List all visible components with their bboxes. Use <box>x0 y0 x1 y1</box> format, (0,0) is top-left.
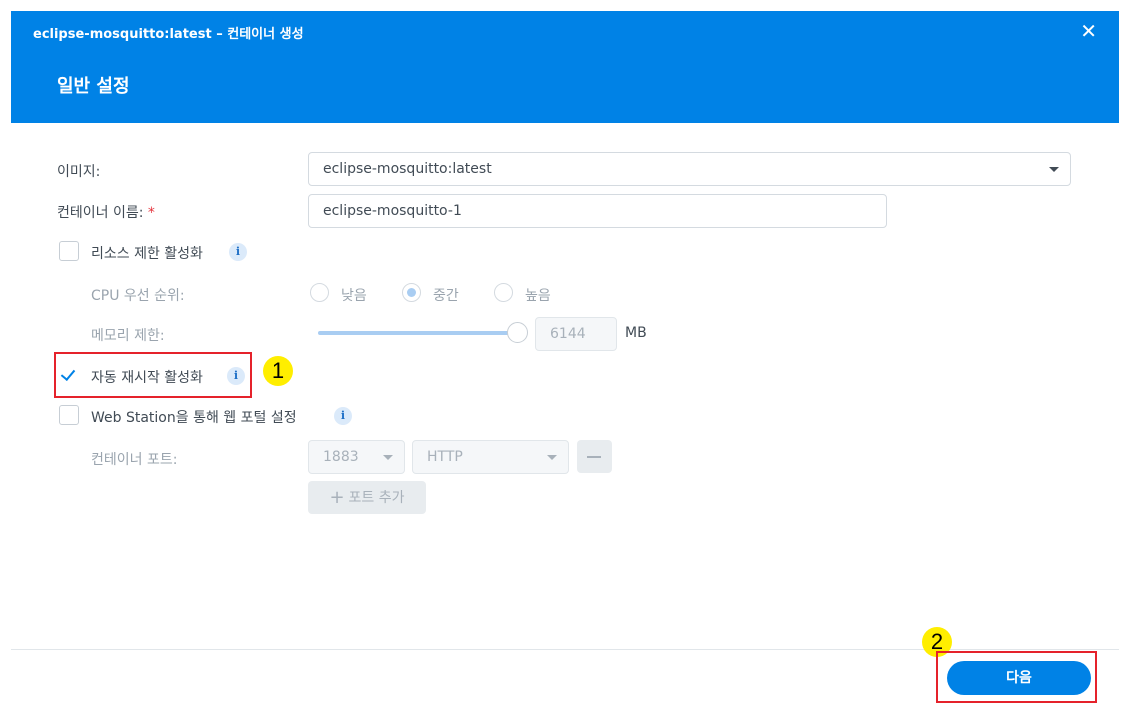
add-port-label: 포트 추가 <box>348 490 405 506</box>
close-button[interactable]: ✕ <box>1080 20 1097 42</box>
memory-limit-value: 6144 <box>550 326 586 342</box>
container-name-input[interactable]: eclipse-mosquitto-1 <box>308 194 887 228</box>
memory-unit: MB <box>625 325 647 341</box>
cpu-priority-medium-label: 중간 <box>433 288 459 304</box>
resource-limit-info-icon[interactable]: i <box>229 243 247 261</box>
container-name-label: 컨테이너 이름: * <box>57 202 155 222</box>
cpu-priority-high-radio[interactable] <box>494 283 513 302</box>
container-name-label-text: 컨테이너 이름: <box>57 205 144 221</box>
plus-icon: + <box>329 487 345 508</box>
protocol-select-value: HTTP <box>427 449 463 465</box>
callout-badge-1: 1 <box>263 356 293 386</box>
image-label: 이미지: <box>57 164 101 180</box>
dialog-header: eclipse-mosquitto:latest – 컨테이너 생성 ✕ 일반 … <box>11 11 1119 123</box>
radio-dot <box>407 288 416 297</box>
footer-divider <box>11 649 1119 650</box>
container-name-value: eclipse-mosquitto-1 <box>323 203 462 219</box>
image-select[interactable]: eclipse-mosquitto:latest <box>308 152 1071 186</box>
resource-limit-checkbox[interactable] <box>59 241 79 261</box>
chevron-down-icon <box>547 455 557 460</box>
protocol-select[interactable]: HTTP <box>412 440 569 474</box>
minus-icon <box>587 456 601 458</box>
cpu-priority-low-radio[interactable] <box>310 283 329 302</box>
memory-slider-track[interactable] <box>318 331 516 335</box>
resource-limit-label: 리소스 제한 활성화 <box>91 246 203 262</box>
container-port-label: 컨테이너 포트: <box>91 452 178 468</box>
add-port-button[interactable]: + 포트 추가 <box>308 481 426 514</box>
cpu-priority-high-label: 높음 <box>525 288 551 304</box>
cpu-priority-medium-radio[interactable] <box>402 283 421 302</box>
web-portal-checkbox[interactable] <box>59 405 79 425</box>
page-title: 일반 설정 <box>57 76 130 97</box>
port-select[interactable]: 1883 <box>308 440 405 474</box>
remove-port-button[interactable] <box>577 440 612 473</box>
highlight-box-auto-restart <box>54 352 252 398</box>
memory-limit-label: 메모리 제한: <box>91 328 165 344</box>
memory-slider-thumb[interactable] <box>507 322 528 343</box>
memory-limit-input[interactable]: 6144 <box>535 317 617 351</box>
web-portal-label: Web Station을 통해 웹 포털 설정 <box>91 410 297 426</box>
chevron-down-icon <box>383 455 393 460</box>
cpu-priority-low-label: 낮음 <box>341 288 367 304</box>
window-title: eclipse-mosquitto:latest – 컨테이너 생성 <box>33 27 304 42</box>
cpu-priority-label: CPU 우선 순위: <box>91 288 185 304</box>
chevron-down-icon <box>1049 167 1059 172</box>
port-select-value: 1883 <box>323 449 359 465</box>
required-mark: * <box>147 205 155 221</box>
image-select-value: eclipse-mosquitto:latest <box>323 161 492 177</box>
web-portal-info-icon[interactable]: i <box>334 407 352 425</box>
next-button[interactable]: 다음 <box>947 661 1091 695</box>
